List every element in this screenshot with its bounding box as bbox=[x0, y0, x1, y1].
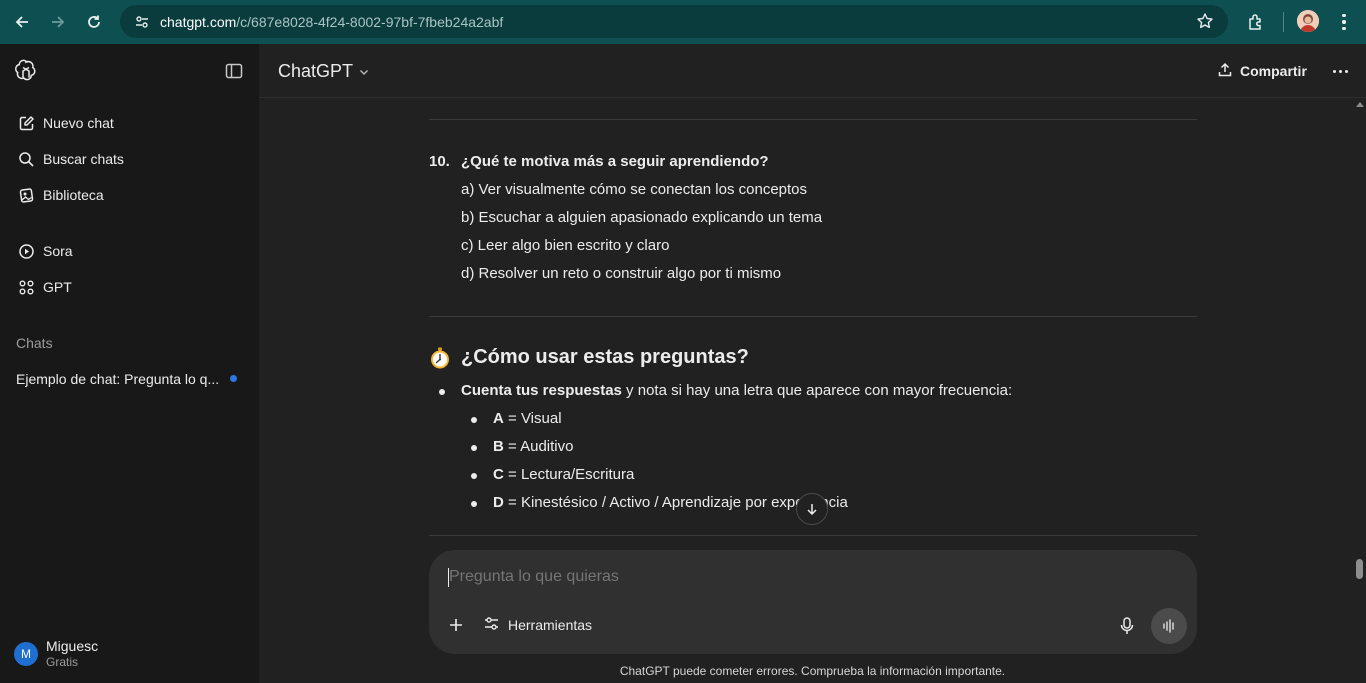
divider bbox=[429, 316, 1197, 317]
model-name: ChatGPT bbox=[278, 61, 354, 81]
list-item: C = Lectura/Escritura bbox=[470, 466, 635, 483]
legend-letter: D bbox=[493, 494, 504, 511]
question-number: 10. bbox=[429, 153, 450, 170]
gpt-grid-icon bbox=[17, 278, 35, 296]
legend-letter: B bbox=[493, 438, 504, 455]
chat-title: Ejemplo de chat: Pregunta lo q... bbox=[16, 371, 220, 387]
chevron-down-icon bbox=[358, 62, 370, 83]
legend-text: = Visual bbox=[503, 410, 562, 427]
profile-avatar[interactable] bbox=[1297, 10, 1319, 32]
legend-text: = Auditivo bbox=[503, 438, 574, 455]
sidebar-toggle-icon[interactable] bbox=[224, 61, 244, 81]
voice-mode-button[interactable] bbox=[1151, 608, 1187, 644]
scroll-to-bottom-button[interactable] bbox=[796, 493, 828, 525]
sliders-icon bbox=[483, 615, 500, 635]
openai-logo-icon[interactable] bbox=[14, 59, 38, 83]
avatar: M bbox=[14, 642, 38, 666]
question-text: ¿Qué te motiva más a seguir aprendiendo? bbox=[461, 153, 769, 170]
legend-text: = Lectura/Escritura bbox=[503, 466, 635, 483]
list-item: A = Visual bbox=[471, 410, 562, 427]
sidebar: Nuevo chat Buscar chats Biblioteca Sora … bbox=[0, 44, 259, 683]
sidebar-item-label: Nuevo chat bbox=[43, 115, 114, 131]
sidebar-item-gpt[interactable]: GPT bbox=[8, 270, 251, 304]
toolbar-divider bbox=[1283, 12, 1284, 32]
scroll-up-arrow-icon[interactable] bbox=[1356, 102, 1364, 107]
address-bar[interactable]: chatgpt.com/c/687e8028-4f24-8002-97bf-7f… bbox=[120, 5, 1228, 38]
answer-option: a) Ver visualmente cómo se conectan los … bbox=[461, 181, 808, 198]
chat-history-item[interactable]: Ejemplo de chat: Pregunta lo q... bbox=[8, 362, 251, 396]
back-icon[interactable] bbox=[4, 4, 40, 40]
bookmark-star-icon[interactable] bbox=[1196, 12, 1214, 35]
microphone-icon[interactable] bbox=[1117, 615, 1137, 637]
search-icon bbox=[17, 150, 35, 168]
model-selector[interactable]: ChatGPT bbox=[278, 60, 370, 83]
divider bbox=[429, 535, 1197, 536]
legend-letter: C bbox=[493, 466, 504, 483]
bullet-bold-text: Cuenta tus respuestas bbox=[461, 382, 622, 399]
message-composer: Herramientas bbox=[429, 550, 1197, 654]
answer-option: c) Leer algo bien escrito y claro bbox=[461, 237, 670, 254]
divider bbox=[429, 119, 1197, 120]
library-icon bbox=[17, 186, 35, 204]
prompt-input[interactable] bbox=[449, 568, 1049, 586]
share-label: Compartir bbox=[1240, 63, 1307, 79]
tools-button[interactable]: Herramientas bbox=[483, 614, 592, 636]
url-text[interactable]: chatgpt.com/c/687e8028-4f24-8002-97bf-7f… bbox=[160, 14, 503, 30]
bullet-text: y nota si hay una letra que aparece con … bbox=[621, 382, 1013, 399]
answer-option: b) Escuchar a alguien apasionado explica… bbox=[461, 209, 823, 226]
scrollbar-thumb[interactable] bbox=[1356, 559, 1363, 579]
tools-label: Herramientas bbox=[508, 617, 593, 633]
chat-header: ChatGPT Compartir bbox=[259, 44, 1366, 98]
answer-option: d) Resolver un reto o construir algo por… bbox=[461, 265, 782, 282]
sidebar-item-sora[interactable]: Sora bbox=[8, 234, 251, 268]
section-heading: ¿Cómo usar estas preguntas? bbox=[429, 346, 749, 369]
user-name: Miguesc bbox=[46, 638, 99, 654]
conversation: 10. ¿Qué te motiva más a seguir aprendie… bbox=[429, 98, 1197, 538]
scrollbar[interactable] bbox=[1353, 100, 1366, 683]
user-plan: Gratis bbox=[46, 655, 79, 669]
reload-icon[interactable] bbox=[76, 4, 112, 40]
stopwatch-emoji-icon bbox=[429, 347, 451, 369]
share-icon bbox=[1217, 62, 1233, 81]
share-button[interactable]: Compartir bbox=[1217, 58, 1307, 84]
sidebar-item-label: Biblioteca bbox=[43, 187, 104, 203]
sidebar-item-label: GPT bbox=[43, 279, 72, 295]
browser-toolbar: chatgpt.com/c/687e8028-4f24-8002-97bf-7f… bbox=[0, 0, 1366, 44]
sidebar-item-new-chat[interactable]: Nuevo chat bbox=[8, 106, 251, 140]
list-item: D = Kinestésico / Activo / Aprendizaje p… bbox=[471, 494, 848, 511]
extensions-icon[interactable] bbox=[1242, 8, 1270, 36]
add-attachment-button[interactable] bbox=[445, 614, 467, 636]
forward-icon[interactable] bbox=[40, 4, 76, 40]
sidebar-item-label: Sora bbox=[43, 243, 73, 259]
sidebar-item-label: Buscar chats bbox=[43, 151, 124, 167]
sidebar-item-search[interactable]: Buscar chats bbox=[8, 142, 251, 176]
sidebar-item-library[interactable]: Biblioteca bbox=[8, 178, 251, 212]
unread-dot bbox=[230, 375, 237, 382]
legend-letter: A bbox=[493, 410, 504, 427]
user-menu[interactable]: M Miguesc Gratis bbox=[8, 634, 251, 674]
menu-kebab-icon[interactable] bbox=[1334, 10, 1354, 34]
more-options-icon[interactable] bbox=[1330, 61, 1350, 81]
sora-play-icon bbox=[17, 242, 35, 260]
chats-section-label: Chats bbox=[16, 335, 53, 351]
new-chat-icon bbox=[17, 114, 35, 132]
site-settings-icon[interactable] bbox=[126, 14, 158, 30]
section-heading-text: ¿Cómo usar estas preguntas? bbox=[461, 346, 749, 368]
disclaimer-text: ChatGPT puede cometer errores. Comprueba… bbox=[619, 664, 1006, 678]
list-item: B = Auditivo bbox=[470, 438, 574, 455]
list-item: Cuenta tus respuestas y nota si hay una … bbox=[438, 382, 1013, 399]
main-panel: ChatGPT Compartir 10. ¿Qué te motiva más… bbox=[259, 44, 1366, 683]
